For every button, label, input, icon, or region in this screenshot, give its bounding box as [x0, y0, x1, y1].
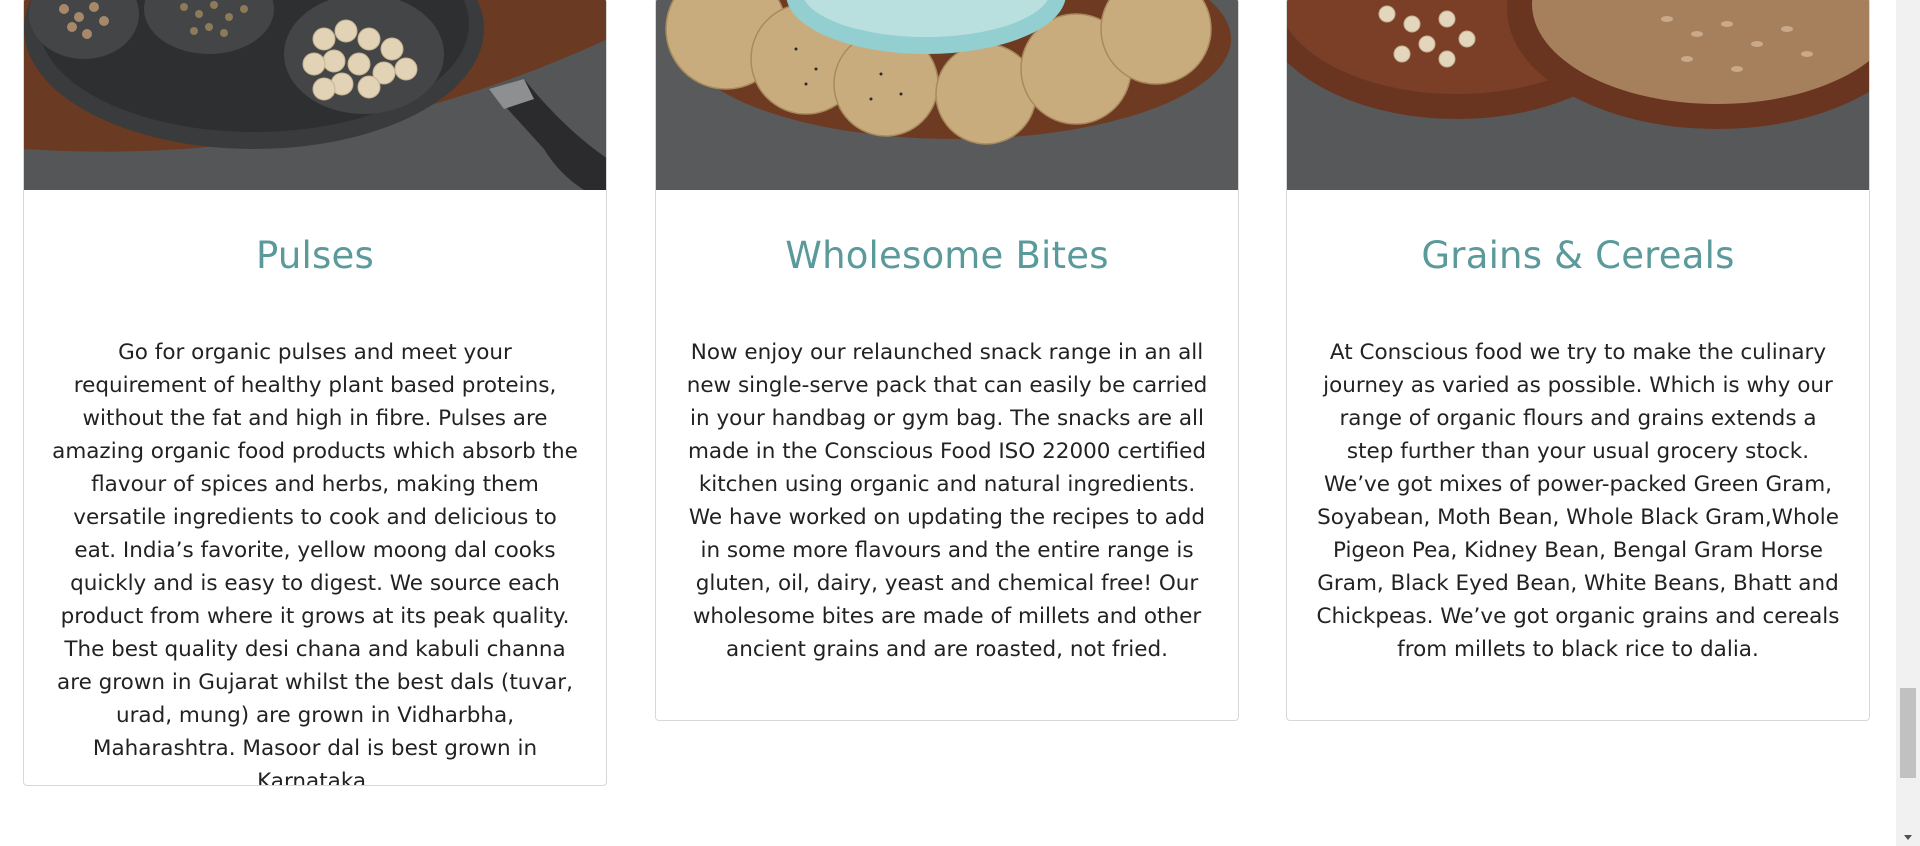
card-description: At Conscious food we try to make the cul… [1316, 340, 1840, 662]
pulses-image[interactable] [24, 0, 606, 190]
card-description: Now enjoy our relaunched snack range in … [686, 340, 1208, 662]
card-description: Go for organic pulses and meet your requ… [52, 340, 578, 786]
page: Pulses Go for organic pulses and meet yo… [0, 0, 1920, 846]
vertical-scrollbar[interactable] [1896, 0, 1920, 846]
wholesome-bites-image[interactable] [656, 0, 1238, 190]
scrollbar-thumb[interactable] [1900, 688, 1916, 778]
category-card-pulses[interactable]: Pulses Go for organic pulses and meet yo… [23, 0, 607, 786]
category-card-grains-cereals[interactable]: Grains & Cereals At Conscious food we tr… [1286, 0, 1870, 721]
card-title[interactable]: Wholesome Bites [656, 190, 1238, 286]
scroll-down-arrow-icon[interactable] [1896, 829, 1920, 846]
card-title[interactable]: Grains & Cereals [1287, 190, 1869, 286]
wholesome-bites-photo [656, 0, 1238, 190]
card-title[interactable]: Pulses [24, 190, 606, 286]
pulses-photo [24, 0, 606, 190]
category-card-wholesome-bites[interactable]: Wholesome Bites Now enjoy our relaunched… [655, 0, 1239, 721]
grains-cereals-image[interactable] [1287, 0, 1869, 190]
grains-cereals-photo [1287, 0, 1869, 190]
